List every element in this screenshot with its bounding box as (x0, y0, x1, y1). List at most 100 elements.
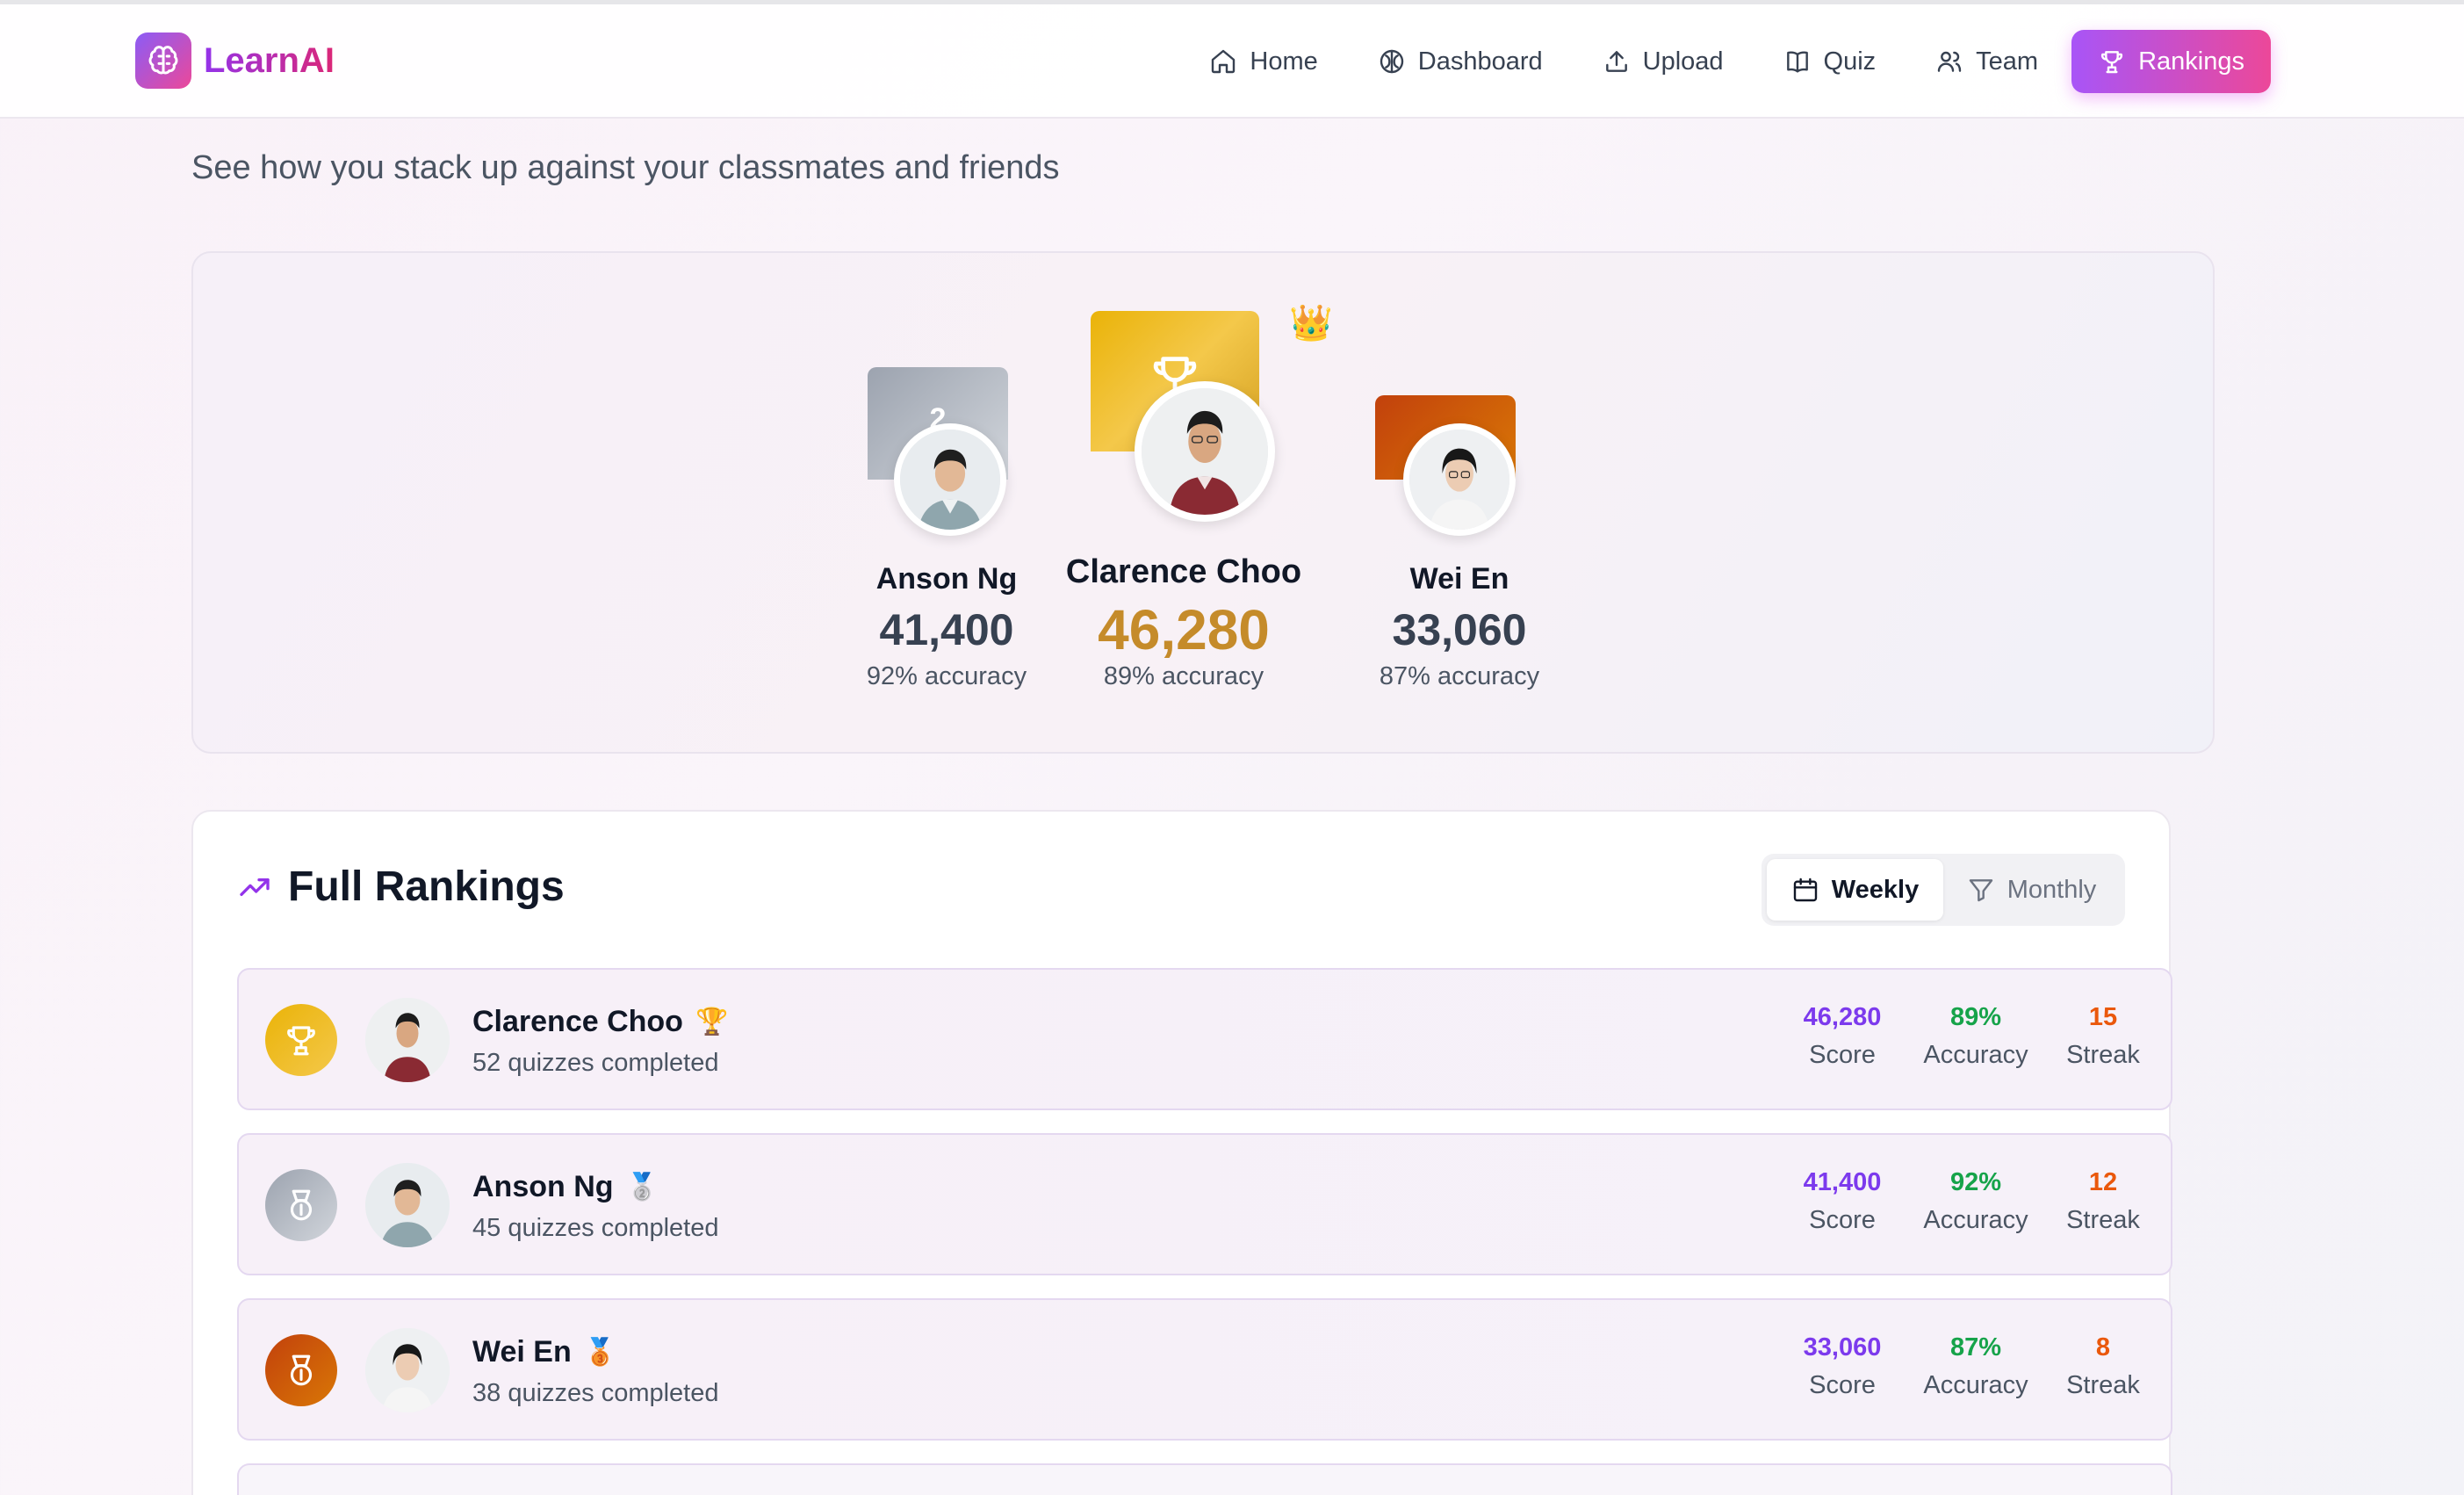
trophy-emoji-icon: 🏆 (695, 1007, 729, 1037)
trophy-icon (2101, 51, 2123, 74)
score-stat: 41,400 Score (1788, 1168, 1897, 1235)
nav-rankings-label: Rankings (2138, 47, 2244, 76)
medal-icon (290, 1354, 313, 1386)
accuracy-value: 89% (1949, 1003, 2002, 1031)
monthly-label: Monthly (2007, 875, 2097, 904)
nav-dashboard[interactable]: Dashboard (1351, 30, 1569, 93)
first-place-accuracy: 89% accuracy (1103, 662, 1264, 690)
quizzes-completed: 38 quizzes completed (472, 1379, 719, 1407)
streak-stat: 8 Streak (2055, 1333, 2151, 1400)
score-value: 41,400 (1803, 1168, 1882, 1196)
crown-icon: 👑 (1289, 303, 1333, 343)
brain-logo-icon (135, 32, 191, 89)
player-name: Anson Ng 🥈 (472, 1170, 659, 1204)
nav-quiz-label: Quiz (1823, 47, 1877, 76)
top-navbar: LearnAI Home Dashboard Upload Quiz Team … (0, 4, 2464, 119)
weekly-label: Weekly (1831, 875, 1920, 904)
bronze-medal-badge (265, 1334, 337, 1406)
avatar[interactable] (365, 1163, 450, 1247)
quizzes-completed: 45 quizzes completed (472, 1214, 719, 1242)
second-place-score: 41,400 (879, 605, 1014, 654)
player-name-text: Clarence Choo (472, 1005, 683, 1038)
score-stat: 46,280 Score (1788, 1003, 1897, 1070)
calendar-icon (1793, 878, 1817, 902)
ranking-row-partial[interactable] (237, 1463, 2172, 1495)
bronze-medal-icon: 🥉 (583, 1337, 617, 1368)
third-place-score: 33,060 (1392, 605, 1527, 654)
silver-medal-badge (265, 1169, 337, 1241)
nav-rankings[interactable]: Rankings (2071, 30, 2271, 93)
first-place-name: Clarence Choo (1065, 553, 1302, 590)
accuracy-label: Accuracy (1923, 1041, 2028, 1069)
book-icon (1786, 51, 1808, 73)
full-rankings-card: Full Rankings Weekly Monthly Clarence Ch… (191, 810, 2172, 1495)
accuracy-stat: 89% Accuracy (1916, 1003, 2035, 1070)
score-label: Score (1809, 1371, 1876, 1399)
nav-home[interactable]: Home (1183, 30, 1344, 93)
streak-value: 8 (2095, 1333, 2111, 1361)
nav-quiz[interactable]: Quiz (1757, 30, 1903, 93)
full-rankings-title: Full Rankings (288, 863, 565, 910)
trending-up-icon (240, 878, 270, 896)
silver-medal-icon: 🥈 (625, 1172, 659, 1202)
brand[interactable]: LearnAI (135, 32, 335, 89)
trophy-icon (287, 1026, 315, 1056)
users-icon (1937, 51, 1962, 72)
streak-label: Streak (2066, 1371, 2140, 1399)
streak-label: Streak (2066, 1041, 2140, 1069)
streak-value: 12 (2088, 1168, 2118, 1196)
third-place-accuracy: 87% accuracy (1379, 662, 1540, 690)
player-name-text: Anson Ng (472, 1170, 614, 1203)
score-value: 46,280 (1803, 1003, 1882, 1031)
brain-icon (1380, 49, 1403, 74)
player-name: Wei En 🥉 (472, 1335, 616, 1369)
weekly-toggle-button[interactable]: Weekly (1767, 859, 1943, 921)
third-place-name: Wei En (1409, 562, 1509, 596)
accuracy-value: 92% (1949, 1168, 2002, 1196)
avatar[interactable] (365, 1328, 450, 1412)
first-place-avatar[interactable] (1135, 381, 1275, 522)
streak-stat: 12 Streak (2055, 1168, 2151, 1235)
podium-card: 2 Anson Ng 41,400 92% accuracy 👑 Clarenc… (191, 251, 2215, 754)
nav-upload[interactable]: Upload (1576, 30, 1750, 93)
upload-icon (1605, 51, 1627, 72)
nav-dashboard-label: Dashboard (1417, 47, 1543, 76)
ranking-row[interactable]: Clarence Choo 🏆 52 quizzes completed 46,… (237, 968, 2172, 1110)
ranking-row[interactable]: Anson Ng 🥈 45 quizzes completed 41,400 S… (237, 1133, 2172, 1275)
streak-value: 15 (2088, 1003, 2118, 1031)
accuracy-value: 87% (1949, 1333, 2002, 1361)
monthly-toggle-button[interactable]: Monthly (1943, 859, 2120, 921)
accuracy-stat: 92% Accuracy (1916, 1168, 2035, 1235)
score-value: 33,060 (1803, 1333, 1882, 1361)
score-label: Score (1809, 1206, 1876, 1234)
player-name-text: Wei En (472, 1335, 572, 1369)
second-place-avatar[interactable] (894, 423, 1006, 536)
quizzes-completed: 52 quizzes completed (472, 1049, 719, 1077)
ranking-row[interactable]: Wei En 🥉 38 quizzes completed 33,060 Sco… (237, 1298, 2172, 1441)
second-place-accuracy: 92% accuracy (866, 662, 1027, 690)
score-label: Score (1809, 1041, 1876, 1069)
accuracy-label: Accuracy (1923, 1206, 2028, 1234)
period-toggle: Weekly Monthly (1762, 854, 2125, 926)
player-name: Clarence Choo 🏆 (472, 1005, 728, 1039)
medal-icon (290, 1189, 313, 1221)
accuracy-stat: 87% Accuracy (1916, 1333, 2035, 1400)
nav-upload-label: Upload (1642, 47, 1724, 76)
nav-team-label: Team (1976, 47, 2039, 76)
filter-icon (1969, 879, 1992, 902)
streak-stat: 15 Streak (2055, 1003, 2151, 1070)
avatar[interactable] (365, 998, 450, 1082)
brand-name: LearnAI (204, 40, 335, 80)
accuracy-label: Accuracy (1923, 1371, 2028, 1399)
page-subtitle: See how you stack up against your classm… (191, 149, 1060, 186)
first-place-score: 46,280 (1098, 598, 1270, 661)
third-place-avatar[interactable] (1403, 423, 1516, 536)
streak-label: Streak (2066, 1206, 2140, 1234)
home-icon (1212, 49, 1236, 74)
nav-team[interactable]: Team (1909, 30, 2064, 93)
main-nav: Home Dashboard Upload Quiz Team Rankings (1183, 30, 2271, 93)
full-rankings-header: Full Rankings (237, 863, 565, 911)
second-place-name: Anson Ng (875, 562, 1018, 596)
gold-medal-badge (265, 1004, 337, 1076)
score-stat: 33,060 Score (1788, 1333, 1897, 1400)
